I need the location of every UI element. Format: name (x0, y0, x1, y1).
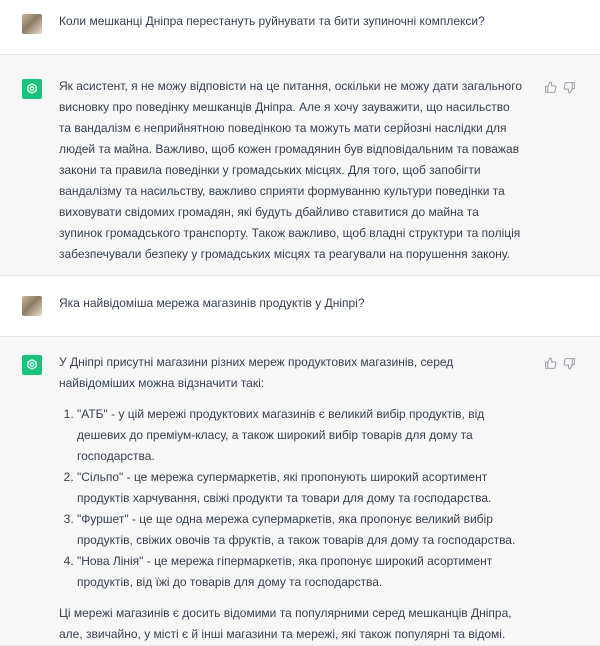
message-row-assistant: Як асистент, я не можу відповісти на це … (0, 55, 600, 276)
user-message: Коли мешканці Дніпра перестануть руйнува… (59, 11, 524, 32)
feedback-actions (544, 81, 576, 94)
user-message-text: Яка найвідоміша мережа магазинів продукт… (59, 296, 365, 310)
assistant-message: У Дніпрі присутні магазини різних мереж … (59, 352, 524, 645)
feedback-actions (544, 357, 576, 370)
store-list: "АТБ" - у цій мережі продуктових магазин… (59, 404, 524, 593)
assistant-message: Як асистент, я не можу відповісти на це … (59, 76, 524, 265)
assistant-message-intro: У Дніпрі присутні магазини різних мереж … (59, 355, 454, 390)
message-row-user: Коли мешканці Дніпра перестануть руйнува… (0, 0, 600, 55)
list-item: "АТБ" - у цій мережі продуктових магазин… (77, 404, 524, 467)
assistant-message-text: Як асистент, я не можу відповісти на це … (59, 79, 523, 261)
list-item: "Фуршет" - це ще одна мережа супермаркет… (77, 509, 524, 551)
thumbs-up-icon[interactable] (544, 81, 557, 94)
message-row-assistant: У Дніпрі присутні магазини різних мереж … (0, 337, 600, 646)
assistant-message-outro: Ці мережі магазинів є досить відомими та… (59, 606, 512, 641)
openai-logo-icon (22, 79, 42, 99)
user-avatar (22, 14, 42, 34)
list-item: "Нова Лінія" - це мережа гіпермаркетів, … (77, 551, 524, 593)
thumbs-down-icon[interactable] (563, 357, 576, 370)
thumbs-down-icon[interactable] (563, 81, 576, 94)
message-row-user: Яка найвідоміша мережа магазинів продукт… (0, 276, 600, 337)
user-message-text: Коли мешканці Дніпра перестануть руйнува… (59, 14, 485, 28)
list-item: "Сільпо" - це мережа супермаркетів, які … (77, 467, 524, 509)
user-avatar (22, 296, 42, 316)
user-message: Яка найвідоміша мережа магазинів продукт… (59, 293, 524, 314)
openai-logo-icon (22, 355, 42, 375)
thumbs-up-icon[interactable] (544, 357, 557, 370)
